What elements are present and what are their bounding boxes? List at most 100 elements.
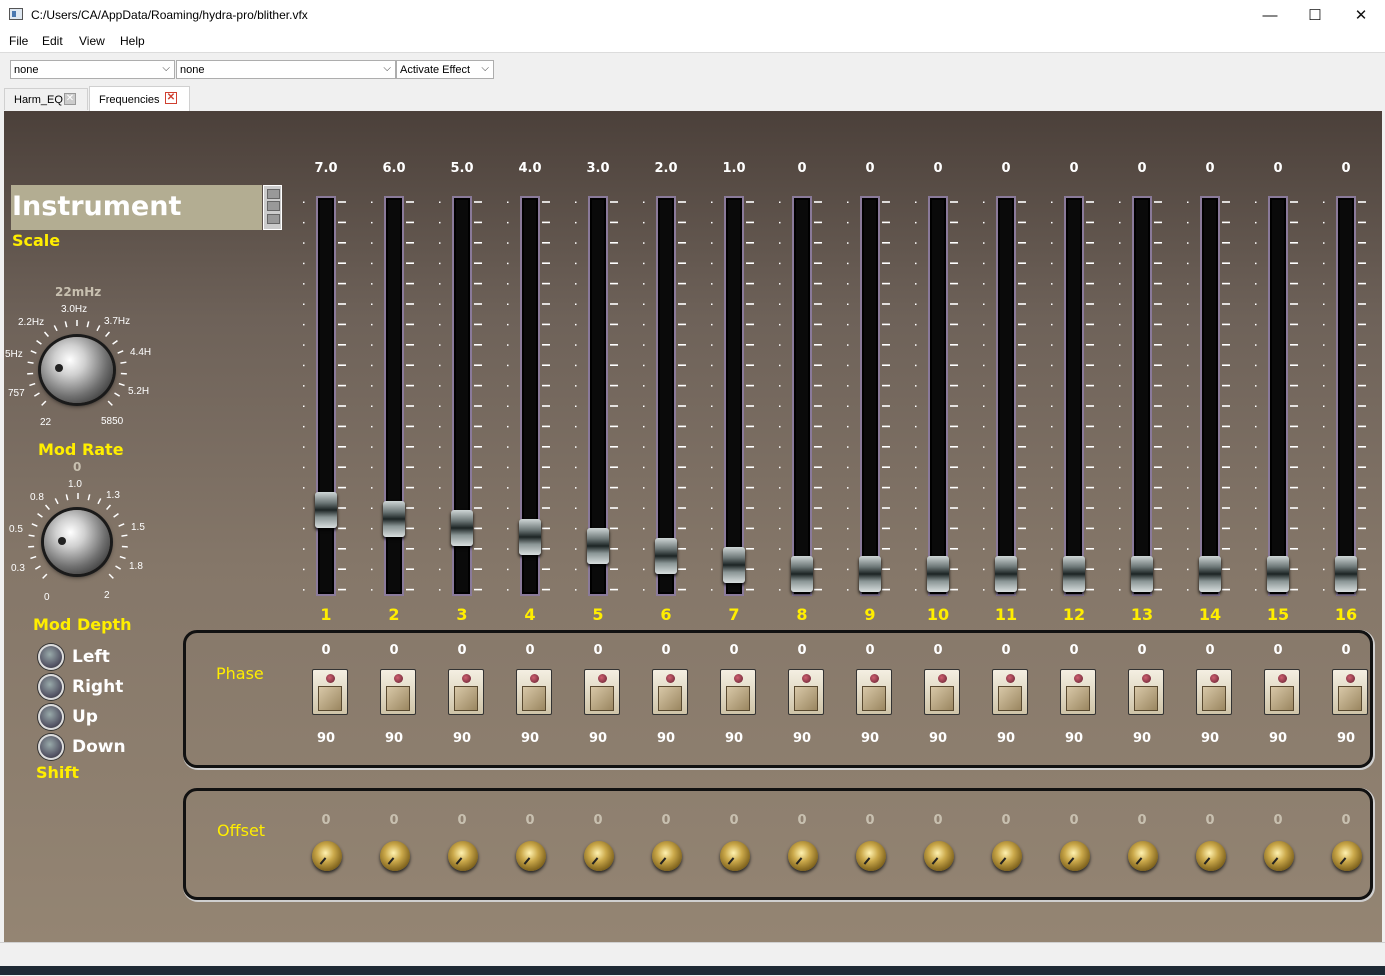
- phase-button[interactable]: [516, 669, 552, 715]
- shift-up-radio[interactable]: [38, 704, 64, 730]
- slider-track[interactable]: [1200, 196, 1220, 596]
- shift-down-label: Down: [72, 737, 126, 757]
- tab-harm-eq[interactable]: Harm_EQ ✕: [4, 88, 88, 110]
- slider-track[interactable]: [996, 196, 1016, 596]
- phase-button[interactable]: [1264, 669, 1300, 715]
- slider-index: 1: [306, 605, 346, 624]
- offset-knob[interactable]: [788, 841, 818, 871]
- slider-handle[interactable]: [723, 547, 745, 583]
- phase-value-bottom: 90: [442, 731, 482, 746]
- slider-handle[interactable]: [995, 556, 1017, 592]
- slider-track[interactable]: [792, 196, 812, 596]
- slider-track[interactable]: [928, 196, 948, 596]
- slider-value: 2.0: [646, 161, 686, 176]
- offset-knob[interactable]: [380, 841, 410, 871]
- slider-handle[interactable]: [315, 492, 337, 528]
- slider-handle[interactable]: [383, 501, 405, 537]
- slider-handle[interactable]: [451, 510, 473, 546]
- offset-knob[interactable]: [856, 841, 886, 871]
- shift-right-radio[interactable]: [38, 674, 64, 700]
- offset-knob[interactable]: [584, 841, 614, 871]
- offset-knob[interactable]: [992, 841, 1022, 871]
- chevron-down-icon: ⌵: [162, 63, 170, 74]
- led-indicator: [1142, 674, 1151, 683]
- slider-track[interactable]: [860, 196, 880, 596]
- phase-button[interactable]: [1332, 669, 1368, 715]
- offset-label: Offset: [217, 821, 265, 840]
- slider-track[interactable]: [1336, 196, 1356, 596]
- phase-value-bottom: 90: [578, 731, 618, 746]
- offset-value: 0: [646, 813, 686, 828]
- phase-button[interactable]: [312, 669, 348, 715]
- slider-handle[interactable]: [1063, 556, 1085, 592]
- slider-handle[interactable]: [1131, 556, 1153, 592]
- menu-view[interactable]: View: [79, 34, 105, 48]
- phase-button[interactable]: [924, 669, 960, 715]
- offset-knob[interactable]: [1128, 841, 1158, 871]
- phase-button[interactable]: [856, 669, 892, 715]
- shift-left-radio[interactable]: [38, 644, 64, 670]
- slider-track[interactable]: [1064, 196, 1084, 596]
- scale-scrollbar[interactable]: [263, 185, 282, 230]
- slider-handle[interactable]: [519, 519, 541, 555]
- slider-handle[interactable]: [791, 556, 813, 592]
- slider-handle[interactable]: [1267, 556, 1289, 592]
- slider-index: 7: [714, 605, 754, 624]
- slider-handle[interactable]: [655, 538, 677, 574]
- close-button[interactable]: ✕: [1338, 0, 1384, 30]
- minimize-button[interactable]: —: [1247, 0, 1293, 30]
- phase-button[interactable]: [448, 669, 484, 715]
- phase-button[interactable]: [652, 669, 688, 715]
- phase-button[interactable]: [380, 669, 416, 715]
- led-indicator: [326, 674, 335, 683]
- phase-button[interactable]: [788, 669, 824, 715]
- slider-track[interactable]: [316, 196, 336, 596]
- slider-handle[interactable]: [587, 528, 609, 564]
- phase-button[interactable]: [1128, 669, 1164, 715]
- offset-knob[interactable]: [1264, 841, 1294, 871]
- slider-track[interactable]: [656, 196, 676, 596]
- led-indicator: [1210, 674, 1219, 683]
- offset-knob[interactable]: [1060, 841, 1090, 871]
- menu-help[interactable]: Help: [120, 34, 145, 48]
- mod-rate-knob[interactable]: [41, 337, 113, 403]
- slider-value: 0: [1122, 161, 1162, 176]
- offset-knob[interactable]: [312, 841, 342, 871]
- shift-down-radio[interactable]: [38, 734, 64, 760]
- offset-knob[interactable]: [516, 841, 546, 871]
- offset-knob[interactable]: [652, 841, 682, 871]
- mod-depth-knob[interactable]: [44, 510, 110, 574]
- offset-knob[interactable]: [720, 841, 750, 871]
- offset-knob[interactable]: [1196, 841, 1226, 871]
- maximize-button[interactable]: ☐: [1292, 0, 1338, 30]
- slider-handle[interactable]: [927, 556, 949, 592]
- slider-value: 3.0: [578, 161, 618, 176]
- slider-track[interactable]: [724, 196, 744, 596]
- menu-file[interactable]: File: [9, 34, 28, 48]
- tab-frequencies[interactable]: Frequencies ✕: [89, 86, 190, 111]
- offset-knob[interactable]: [448, 841, 478, 871]
- close-icon[interactable]: ✕: [64, 93, 76, 105]
- phase-value-bottom: 90: [986, 731, 1026, 746]
- effect-select[interactable]: Activate Effect ⌵: [396, 60, 494, 79]
- phase-button[interactable]: [992, 669, 1028, 715]
- led-indicator: [598, 674, 607, 683]
- close-icon[interactable]: ✕: [165, 92, 177, 104]
- slider-handle[interactable]: [1199, 556, 1221, 592]
- offset-knob[interactable]: [1332, 841, 1362, 871]
- phase-button[interactable]: [720, 669, 756, 715]
- phase-value-bottom: 90: [646, 731, 686, 746]
- menu-edit[interactable]: Edit: [42, 34, 63, 48]
- phase-button[interactable]: [1196, 669, 1232, 715]
- slider-handle[interactable]: [1335, 556, 1357, 592]
- slider-track[interactable]: [1132, 196, 1152, 596]
- offset-knob[interactable]: [924, 841, 954, 871]
- slider-handle[interactable]: [859, 556, 881, 592]
- slider-track[interactable]: [1268, 196, 1288, 596]
- phase-button[interactable]: [1060, 669, 1096, 715]
- slider-index: 2: [374, 605, 414, 624]
- preset-select-1[interactable]: none ⌵: [10, 60, 175, 79]
- phase-button[interactable]: [584, 669, 620, 715]
- led-indicator: [1278, 674, 1287, 683]
- preset-select-2[interactable]: none ⌵: [176, 60, 396, 79]
